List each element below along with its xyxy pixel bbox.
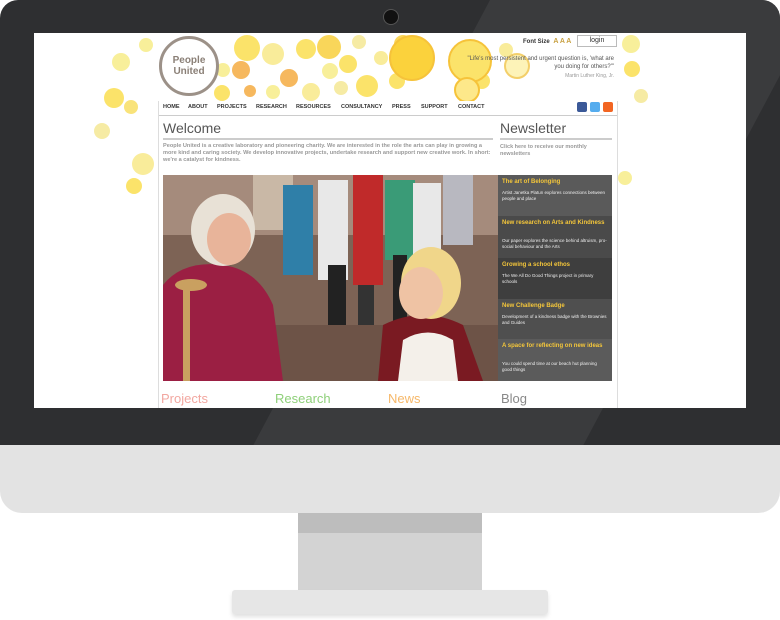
story-item[interactable]: New Challenge Badge Development of a kin… [498,299,612,339]
story-item[interactable]: A space for reflecting on new ideas You … [498,339,612,381]
quote-author: Martin Luther King, Jr. [565,73,614,79]
welcome-divider [163,138,493,140]
story-item[interactable]: New research on Arts and Kindness Our pa… [498,216,612,258]
story-item[interactable]: The art of Belonging Artist Janetka Plat… [498,175,612,216]
monitor-stand-base [232,590,548,614]
screen: People United Font Size A A A login "Lif… [34,33,746,408]
story-title[interactable]: New research on Arts and Kindness [502,220,608,227]
story-description: Artist Janetka Platun explores connectio… [502,190,606,201]
login-button[interactable]: login [577,35,617,47]
story-item[interactable]: Growing a school ethos The We All Do Goo… [498,258,612,299]
twitter-icon[interactable] [590,102,600,112]
story-description: Our paper explores the science behind al… [502,238,607,249]
quote-text: "Life's most persistent and urgent quest… [467,56,615,70]
webcam-icon [383,9,399,25]
nav-item-resources[interactable]: RESOURCES [296,104,331,110]
newsletter-divider [500,138,612,140]
story-description: Development of a kindness badge with the… [502,314,607,325]
hero-photo-illustration [163,175,498,381]
news-section-link[interactable]: News [388,391,421,406]
nav-item-consultancy[interactable]: CONSULTANCY [341,104,382,110]
welcome-text: People United is a creative laboratory a… [163,143,491,163]
rss-icon[interactable] [603,102,613,112]
logo-line-2: United [173,66,205,77]
featured-stories-panel: The art of Belonging Artist Janetka Plat… [498,175,612,381]
nav-item-support[interactable]: SUPPORT [421,104,448,110]
story-description: You could spend time at our beach hut pl… [502,361,597,372]
font-size-label: Font Size [523,39,550,45]
nav-item-contact[interactable]: CONTACT [458,104,484,110]
story-title[interactable]: New Challenge Badge [502,303,608,310]
monitor-stand-shadow [298,513,482,533]
newsletter-signup-link[interactable]: Click here to receive our monthly newsle… [500,144,610,158]
main-nav: HOME ABOUT PROJECTS RESEARCH RESOURCES C… [159,101,617,116]
font-size-control[interactable]: Font Size A A A [523,38,571,45]
page-content: HOME ABOUT PROJECTS RESEARCH RESOURCES C… [158,101,618,408]
monitor-chin [0,445,780,513]
projects-section-link[interactable]: Projects [161,391,208,406]
research-section-link[interactable]: Research [275,391,331,406]
font-size-toggle[interactable]: A A A [553,38,571,45]
hero-photo [163,175,498,381]
facebook-icon[interactable] [577,102,587,112]
logo[interactable]: People United [159,36,219,96]
story-title[interactable]: A space for reflecting on new ideas [502,343,608,350]
nav-item-about[interactable]: ABOUT [188,104,208,110]
newsletter-title: Newsletter [500,120,567,136]
nav-item-research[interactable]: RESEARCH [256,104,287,110]
nav-item-home[interactable]: HOME [163,104,180,110]
story-title[interactable]: The art of Belonging [502,179,608,186]
story-title[interactable]: Growing a school ethos [502,262,608,269]
story-description: The We All Do Good Things project in pri… [502,273,594,284]
nav-item-press[interactable]: PRESS [392,104,411,110]
nav-item-projects[interactable]: PROJECTS [217,104,247,110]
blog-section-link[interactable]: Blog [501,391,527,406]
welcome-title: Welcome [163,120,222,136]
logo-line-1: People [172,55,206,66]
